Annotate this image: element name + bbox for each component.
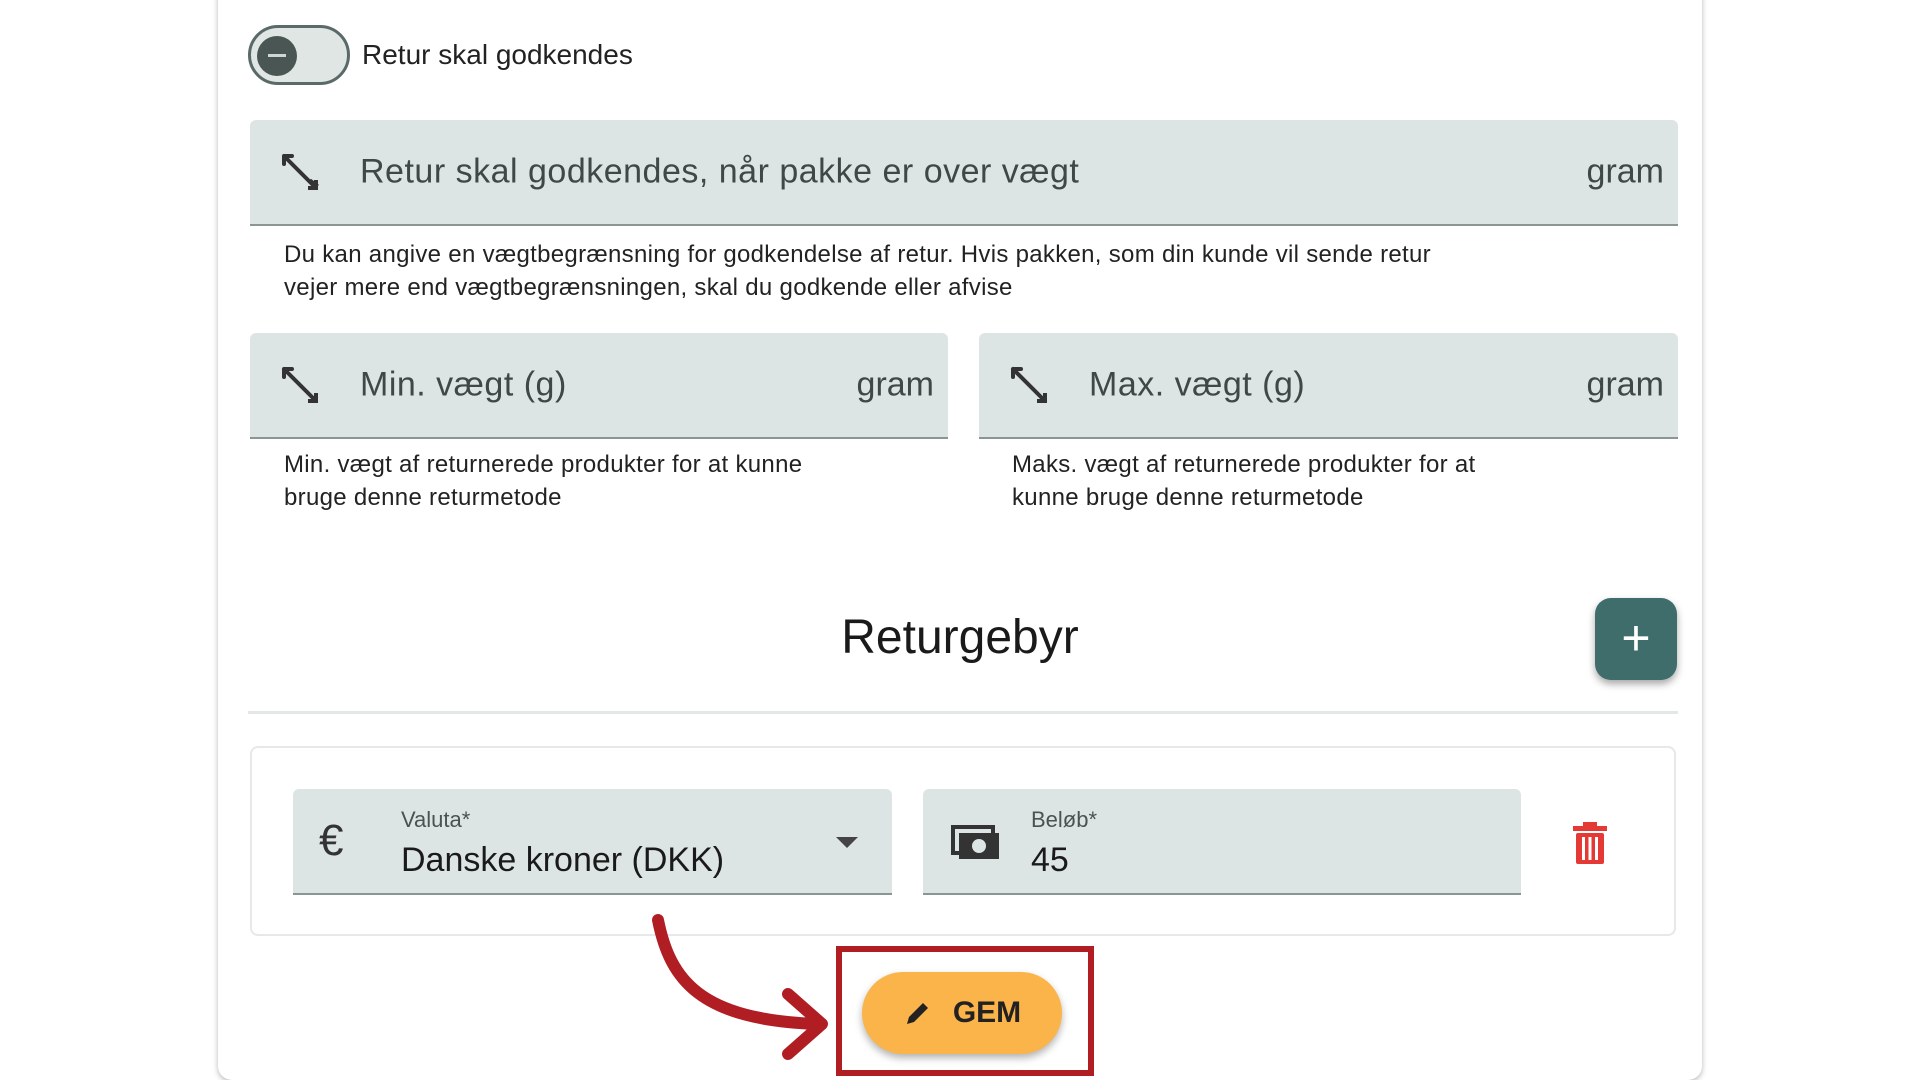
pencil-icon <box>906 1003 928 1024</box>
currency-value: Danske kroner (DKK) <box>401 841 725 879</box>
max-weight-field[interactable]: Max. vægt (g) gram <box>979 333 1678 439</box>
save-button-label: GEM <box>952 996 1022 1029</box>
section-divider <box>248 711 1678 714</box>
approval-weight-hint: Du kan angive en vægtbegrænsning for god… <box>284 241 1431 301</box>
chevron-down-icon <box>836 837 858 848</box>
weight-scale-icon <box>282 154 319 190</box>
approval-weight-label: Retur skal godkendes, når pakke er over … <box>360 152 1080 191</box>
approval-weight-field[interactable]: Retur skal godkendes, når pakke er over … <box>250 120 1678 226</box>
approval-toggle-row: Retur skal godkendes <box>248 20 633 90</box>
min-weight-suffix: gram <box>856 365 934 404</box>
approval-toggle-label: Retur skal godkendes <box>362 39 633 70</box>
euro-icon: € <box>319 816 344 865</box>
amount-field[interactable]: Beløb* 45 <box>923 789 1521 895</box>
approval-toggle[interactable] <box>248 25 350 85</box>
min-weight-label: Min. vægt (g) <box>360 365 567 404</box>
weight-scale-icon <box>282 367 318 403</box>
max-weight-label: Max. vægt (g) <box>1089 365 1306 404</box>
currency-select[interactable]: € Valuta* Danske kroner (DKK) <box>293 789 892 895</box>
amount-value: 45 <box>1031 841 1069 879</box>
save-button[interactable]: GEM <box>862 972 1062 1054</box>
add-fee-button[interactable]: + <box>1595 598 1677 680</box>
min-weight-field[interactable]: Min. vægt (g) gram <box>250 333 948 439</box>
max-weight-hint: Maks. vægt af returnerede produkter for … <box>1012 451 1476 511</box>
toggle-knob-minus-icon <box>257 36 297 76</box>
amount-label: Beløb* <box>1031 807 1098 832</box>
delete-fee-button[interactable] <box>1573 822 1607 864</box>
currency-label: Valuta* <box>401 807 471 832</box>
weight-scale-icon <box>1011 367 1047 403</box>
max-weight-suffix: gram <box>1586 365 1664 404</box>
cash-icon <box>951 825 999 859</box>
min-weight-hint: Min. vægt af returnerede produkter for a… <box>284 451 803 511</box>
approval-weight-suffix: gram <box>1586 152 1664 191</box>
annotation-arrow-icon <box>652 914 828 1060</box>
